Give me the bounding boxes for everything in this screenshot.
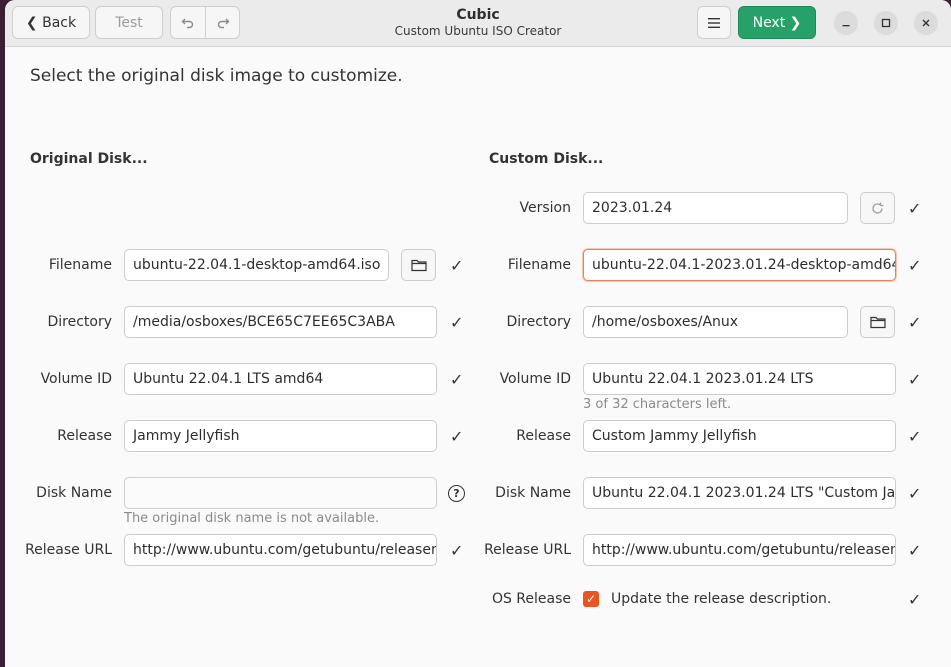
original-volume-id-check-icon: ✓: [450, 370, 464, 389]
custom-os-release-check-icon: ✓: [908, 590, 922, 609]
custom-release-label: Release: [516, 428, 571, 444]
help-icon: ?: [448, 485, 465, 502]
custom-os-release-label: OS Release: [491, 591, 571, 607]
original-browse-button[interactable]: [401, 249, 436, 281]
close-button[interactable]: [914, 11, 938, 35]
original-release-label: Release: [57, 428, 112, 444]
update-release-checkbox[interactable]: ✓: [583, 591, 599, 607]
folder-icon: [410, 259, 427, 272]
custom-volume-id-label: Volume ID: [499, 371, 571, 387]
custom-filename-check-icon: ✓: [908, 256, 922, 275]
refresh-icon: [872, 202, 884, 214]
original-filename-label: Filename: [48, 257, 112, 273]
original-disk-heading: Original Disk...: [30, 151, 148, 167]
minimize-icon: [842, 25, 850, 27]
original-release-url-label: Release URL: [25, 542, 112, 558]
original-disk-name-label: Disk Name: [36, 485, 112, 501]
custom-directory-field[interactable]: /home/osboxes/Anux: [583, 306, 848, 338]
custom-release-url-field[interactable]: http://www.ubuntu.com/getubuntu/releasen…: [583, 534, 896, 566]
custom-directory-check-icon: ✓: [908, 313, 922, 332]
close-icon: [922, 19, 930, 27]
menu-button[interactable]: [697, 6, 731, 39]
custom-version-label: Version: [519, 200, 571, 216]
custom-disk-name-check-icon: ✓: [908, 484, 922, 503]
folder-icon: [869, 316, 886, 329]
original-directory-label: Directory: [47, 314, 112, 330]
header-bar: ❮ Back Test Cubic Custom Ubuntu ISO Crea…: [5, 0, 951, 47]
original-filename-field[interactable]: ubuntu-22.04.1-desktop-amd64.iso: [124, 249, 389, 281]
original-disk-name-field[interactable]: [124, 477, 437, 509]
instruction-text: Select the original disk image to custom…: [30, 66, 403, 86]
original-release-field[interactable]: Jammy Jellyfish: [124, 420, 437, 452]
next-button[interactable]: Next ❯: [738, 6, 816, 39]
refresh-version-button[interactable]: [860, 192, 895, 224]
custom-version-field[interactable]: 2023.01.24: [583, 192, 848, 224]
custom-release-url-check-icon: ✓: [908, 541, 922, 560]
original-directory-field[interactable]: /media/osboxes/BCE65C7EE65C3ABA: [124, 306, 437, 338]
custom-release-field[interactable]: Custom Jammy Jellyfish: [583, 420, 896, 452]
custom-volume-id-hint: 3 of 32 characters left.: [583, 397, 732, 412]
custom-volume-id-check-icon: ✓: [908, 370, 922, 389]
original-disk-name-hint: The original disk name is not available.: [124, 511, 380, 526]
maximize-icon: [881, 18, 891, 28]
custom-directory-label: Directory: [506, 314, 571, 330]
custom-disk-name-label: Disk Name: [495, 485, 571, 501]
app-window: ❮ Back Test Cubic Custom Ubuntu ISO Crea…: [5, 0, 951, 667]
custom-release-url-label: Release URL: [484, 542, 571, 558]
original-volume-id-label: Volume ID: [40, 371, 112, 387]
custom-browse-button[interactable]: [860, 306, 895, 338]
original-release-url-field[interactable]: http://www.ubuntu.com/getubuntu/releasen…: [124, 534, 437, 566]
update-release-checkbox-label[interactable]: Update the release description.: [611, 591, 831, 607]
custom-disk-name-field[interactable]: Ubuntu 22.04.1 2023.01.24 LTS "Custom Ja…: [583, 477, 896, 509]
custom-release-check-icon: ✓: [908, 427, 922, 446]
custom-volume-id-field[interactable]: Ubuntu 22.04.1 2023.01.24 LTS: [583, 363, 896, 395]
custom-filename-field[interactable]: ubuntu-22.04.1-2023.01.24-desktop-amd64.…: [583, 249, 896, 281]
custom-version-check-icon: ✓: [908, 199, 922, 218]
original-filename-check-icon: ✓: [450, 256, 464, 275]
custom-filename-label: Filename: [507, 257, 571, 273]
original-release-url-check-icon: ✓: [450, 541, 464, 560]
hamburger-menu-icon: [708, 17, 720, 28]
minimize-button[interactable]: [834, 11, 858, 35]
original-volume-id-field[interactable]: Ubuntu 22.04.1 LTS amd64: [124, 363, 437, 395]
original-directory-check-icon: ✓: [450, 313, 464, 332]
maximize-button[interactable]: [874, 11, 898, 35]
custom-disk-heading: Custom Disk...: [489, 151, 604, 167]
original-release-check-icon: ✓: [450, 427, 464, 446]
